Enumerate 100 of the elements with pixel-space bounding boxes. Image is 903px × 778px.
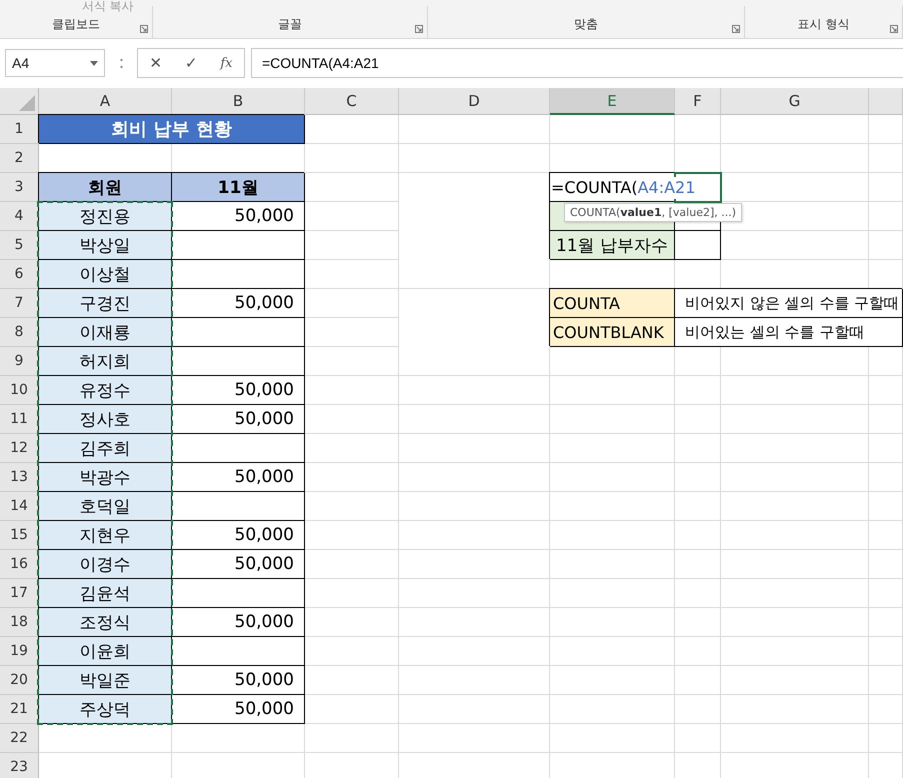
empty-cell[interactable]: [675, 463, 721, 492]
empty-cell[interactable]: [305, 144, 399, 173]
select-all-icon[interactable]: [19, 95, 35, 111]
empty-cell[interactable]: [399, 492, 550, 521]
enter-button[interactable]: ✓: [180, 54, 202, 72]
empty-cell[interactable]: [550, 724, 675, 753]
empty-cell[interactable]: [869, 202, 903, 231]
column-header[interactable]: C: [305, 88, 399, 115]
empty-cell[interactable]: [869, 231, 903, 260]
empty-cell[interactable]: [550, 434, 675, 463]
empty-cell[interactable]: [721, 115, 869, 144]
row-header[interactable]: 1: [0, 115, 39, 144]
empty-cell[interactable]: [399, 376, 550, 405]
name-box[interactable]: A4: [5, 49, 105, 77]
empty-cell[interactable]: [675, 376, 721, 405]
empty-cell[interactable]: [399, 608, 550, 637]
row-header[interactable]: 23: [0, 753, 39, 778]
empty-cell[interactable]: [869, 579, 903, 608]
empty-cell[interactable]: [721, 492, 869, 521]
empty-cell[interactable]: [869, 521, 903, 550]
column-header[interactable]: B: [172, 88, 305, 115]
column-header[interactable]: A: [39, 88, 172, 115]
empty-cell[interactable]: [399, 434, 550, 463]
empty-cell[interactable]: [399, 115, 550, 144]
dialog-launcher-icon[interactable]: [415, 25, 423, 33]
empty-cell[interactable]: [399, 463, 550, 492]
empty-cell[interactable]: [869, 492, 903, 521]
row-header[interactable]: 22: [0, 724, 39, 753]
row-header[interactable]: 2: [0, 144, 39, 173]
row-header[interactable]: 6: [0, 260, 39, 289]
empty-cell[interactable]: [675, 637, 721, 666]
row-header[interactable]: 8: [0, 318, 39, 347]
row-header[interactable]: 12: [0, 434, 39, 463]
empty-cell[interactable]: [550, 492, 675, 521]
row-header[interactable]: 20: [0, 666, 39, 695]
column-header[interactable]: E: [550, 88, 675, 115]
dialog-launcher-icon[interactable]: [140, 25, 148, 33]
empty-cell[interactable]: [399, 724, 550, 753]
row-header[interactable]: 19: [0, 637, 39, 666]
empty-cell[interactable]: [721, 434, 869, 463]
empty-cell[interactable]: [869, 666, 903, 695]
empty-cell[interactable]: [675, 608, 721, 637]
empty-cell[interactable]: [869, 695, 903, 724]
empty-cell[interactable]: [399, 260, 550, 289]
empty-cell[interactable]: [550, 695, 675, 724]
empty-cell[interactable]: [675, 492, 721, 521]
row-header[interactable]: 21: [0, 695, 39, 724]
empty-cell[interactable]: [721, 463, 869, 492]
empty-cell[interactable]: [721, 550, 869, 579]
row-header[interactable]: 9: [0, 347, 39, 376]
empty-cell[interactable]: [721, 521, 869, 550]
empty-cell[interactable]: [675, 579, 721, 608]
formula-input[interactable]: =COUNTA(A4:A21: [251, 48, 903, 78]
empty-cell[interactable]: [721, 608, 869, 637]
empty-cell[interactable]: [721, 695, 869, 724]
empty-cell[interactable]: [550, 115, 675, 144]
row-header[interactable]: 10: [0, 376, 39, 405]
empty-cell[interactable]: [675, 666, 721, 695]
empty-cell[interactable]: [675, 521, 721, 550]
row-header[interactable]: 5: [0, 231, 39, 260]
empty-cell[interactable]: [399, 637, 550, 666]
empty-cell[interactable]: [550, 550, 675, 579]
empty-cell[interactable]: [721, 724, 869, 753]
column-header[interactable]: D: [399, 88, 550, 115]
row-header[interactable]: 13: [0, 463, 39, 492]
empty-cell[interactable]: [550, 666, 675, 695]
empty-cell[interactable]: [399, 347, 550, 376]
drag-handle-icon[interactable]: [120, 58, 123, 68]
empty-cell[interactable]: [399, 521, 550, 550]
empty-cell[interactable]: [675, 405, 721, 434]
empty-cell[interactable]: [305, 724, 399, 753]
empty-cell[interactable]: [869, 637, 903, 666]
empty-cell[interactable]: [675, 434, 721, 463]
row-header[interactable]: 4: [0, 202, 39, 231]
row-header[interactable]: 3: [0, 173, 39, 202]
dialog-launcher-icon[interactable]: [732, 25, 740, 33]
empty-cell[interactable]: [550, 405, 675, 434]
empty-cell[interactable]: [721, 144, 869, 173]
cancel-button[interactable]: ✕: [145, 54, 166, 72]
column-header[interactable]: F: [675, 88, 721, 115]
empty-cell[interactable]: [675, 115, 721, 144]
empty-cell[interactable]: [869, 173, 903, 202]
empty-cell[interactable]: [550, 608, 675, 637]
row-header[interactable]: 11: [0, 405, 39, 434]
empty-cell[interactable]: [550, 376, 675, 405]
empty-cell[interactable]: [869, 608, 903, 637]
empty-cell[interactable]: [399, 405, 550, 434]
empty-cell[interactable]: [550, 463, 675, 492]
empty-cell[interactable]: [721, 637, 869, 666]
dialog-launcher-icon[interactable]: [890, 25, 898, 33]
empty-cell[interactable]: [869, 550, 903, 579]
insert-function-button[interactable]: fx: [216, 56, 237, 70]
empty-cell[interactable]: [721, 405, 869, 434]
row-header[interactable]: 14: [0, 492, 39, 521]
empty-cell[interactable]: [869, 724, 903, 753]
row-header[interactable]: 18: [0, 608, 39, 637]
empty-cell[interactable]: [869, 434, 903, 463]
empty-cell[interactable]: [869, 144, 903, 173]
empty-cell[interactable]: [675, 695, 721, 724]
empty-cell[interactable]: [399, 579, 550, 608]
